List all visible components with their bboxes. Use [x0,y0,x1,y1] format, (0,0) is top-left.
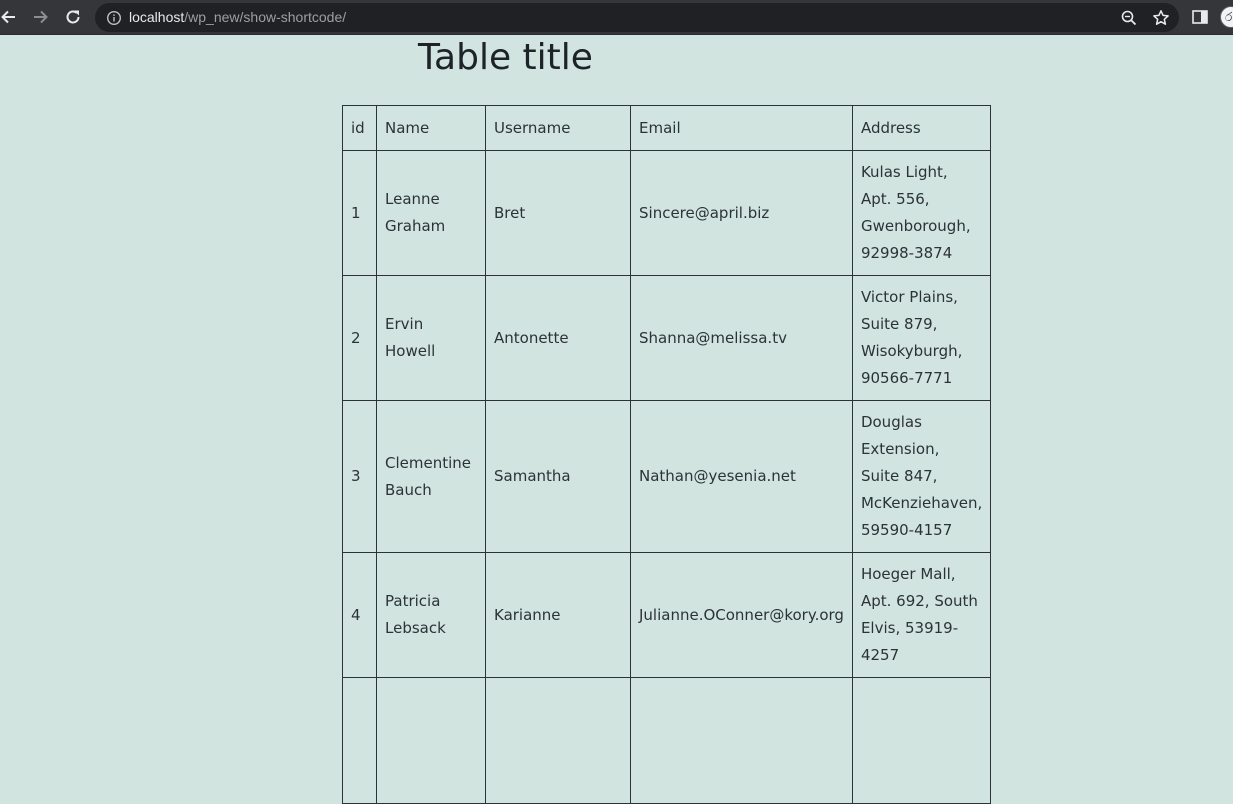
table-row: 1 Leanne Graham Bret Sincere@april.biz K… [342,150,992,276]
arrow-left-icon [0,8,17,26]
url-path: /wp_new/show-shortcode/ [184,9,347,25]
zoom-icon[interactable] [1120,9,1138,27]
forward-button[interactable] [29,5,53,29]
cell-address [851,677,992,804]
cell-email: Julianne.OConner@kory.org [630,552,853,678]
profile-avatar[interactable]: ර [1220,6,1233,28]
table-row: 3 Clementine Bauch Samantha Nathan@yesen… [342,400,992,553]
info-icon[interactable] [106,10,122,26]
cell-username [485,677,631,804]
side-panel-icon[interactable] [1191,8,1209,26]
column-header-id: id [342,105,377,151]
cell-name: Ervin Howell [376,275,486,401]
cell-address: Victor Plains, Suite 879, Wisokyburgh, 9… [851,275,992,401]
back-button[interactable] [0,5,20,29]
cell-address: Hoeger Mall, Apt. 692, South Elvis, 5391… [851,552,992,678]
cell-address: Kulas Light, Apt. 556, Gwenborough, 9299… [851,150,992,276]
cell-address: Douglas Extension, Suite 847, McKenzieha… [851,400,992,553]
url-text[interactable]: localhost/wp_new/show-shortcode/ [129,9,346,25]
cell-id: 2 [342,275,377,401]
cell-id [342,677,377,804]
cell-name: Patricia Lebsack [376,552,486,678]
table-row: 4 Patricia Lebsack Karianne Julianne.OCo… [342,552,992,678]
cell-email: Sincere@april.biz [630,150,853,276]
cell-id: 1 [342,150,377,276]
cell-id: 4 [342,552,377,678]
column-header-name: Name [376,105,486,151]
cell-username: Bret [485,150,631,276]
address-bar[interactable]: localhost/wp_new/show-shortcode/ [95,3,1179,32]
reload-icon [64,8,82,26]
cell-email: Nathan@yesenia.net [630,400,853,553]
page-title: Table title [418,37,593,78]
cell-email: Shanna@melissa.tv [630,275,853,401]
users-table: id Name Username Email Address 1 Leanne … [342,105,992,804]
cell-username: Karianne [485,552,631,678]
cell-username: Antonette [485,275,631,401]
browser-toolbar: localhost/wp_new/show-shortcode/ ර [0,0,1233,35]
table-row: 2 Ervin Howell Antonette Shanna@melissa.… [342,275,992,401]
table-header-row: id Name Username Email Address [342,105,992,151]
cell-email [630,677,853,804]
arrow-right-icon [32,8,50,26]
column-header-address: Address [851,105,992,151]
reload-button[interactable] [61,5,85,29]
star-icon[interactable] [1152,9,1170,27]
cell-username: Samantha [485,400,631,553]
url-host: localhost [129,9,185,25]
cell-id: 3 [342,400,377,553]
column-header-username: Username [485,105,631,151]
column-header-email: Email [630,105,853,151]
cell-name [376,677,486,804]
table-row [342,677,992,804]
cell-name: Leanne Graham [376,150,486,276]
cell-name: Clementine Bauch [376,400,486,553]
